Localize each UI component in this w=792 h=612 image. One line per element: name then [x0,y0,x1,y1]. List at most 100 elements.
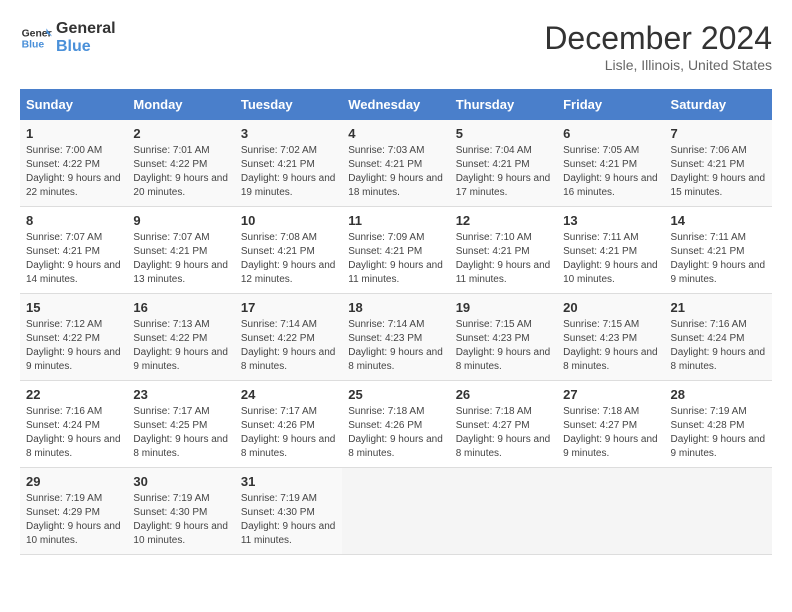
calendar-cell: 30 Sunrise: 7:19 AM Sunset: 4:30 PM Dayl… [127,468,234,555]
day-info: Sunrise: 7:17 AM Sunset: 4:25 PM Dayligh… [133,405,228,461]
day-info: Sunrise: 7:09 AM Sunset: 4:21 PM Dayligh… [348,231,443,287]
calendar-cell: 24 Sunrise: 7:17 AM Sunset: 4:26 PM Dayl… [235,381,342,468]
header: General Blue General Blue December 2024 … [20,20,772,73]
day-info: Sunrise: 7:02 AM Sunset: 4:21 PM Dayligh… [241,144,336,200]
day-number: 14 [671,213,766,228]
day-info: Sunrise: 7:01 AM Sunset: 4:22 PM Dayligh… [133,144,228,200]
day-info: Sunrise: 7:18 AM Sunset: 4:27 PM Dayligh… [563,405,658,461]
day-number: 10 [241,213,336,228]
calendar-cell: 5 Sunrise: 7:04 AM Sunset: 4:21 PM Dayli… [450,120,557,207]
day-number: 5 [456,126,551,141]
calendar-cell: 10 Sunrise: 7:08 AM Sunset: 4:21 PM Dayl… [235,207,342,294]
week-row-3: 15 Sunrise: 7:12 AM Sunset: 4:22 PM Dayl… [20,294,772,381]
day-header-thursday: Thursday [450,89,557,120]
calendar-cell [450,468,557,555]
day-info: Sunrise: 7:14 AM Sunset: 4:23 PM Dayligh… [348,318,443,374]
calendar-cell: 4 Sunrise: 7:03 AM Sunset: 4:21 PM Dayli… [342,120,449,207]
day-info: Sunrise: 7:04 AM Sunset: 4:21 PM Dayligh… [456,144,551,200]
day-number: 9 [133,213,228,228]
day-number: 8 [26,213,121,228]
logo-blue: Blue [56,38,116,56]
day-number: 27 [563,387,658,402]
day-number: 12 [456,213,551,228]
day-number: 31 [241,474,336,489]
calendar-cell: 22 Sunrise: 7:16 AM Sunset: 4:24 PM Dayl… [20,381,127,468]
day-info: Sunrise: 7:06 AM Sunset: 4:21 PM Dayligh… [671,144,766,200]
day-number: 11 [348,213,443,228]
calendar-cell [342,468,449,555]
day-number: 16 [133,300,228,315]
day-header-friday: Friday [557,89,664,120]
day-header-wednesday: Wednesday [342,89,449,120]
day-info: Sunrise: 7:12 AM Sunset: 4:22 PM Dayligh… [26,318,121,374]
day-number: 2 [133,126,228,141]
day-number: 22 [26,387,121,402]
calendar-cell: 21 Sunrise: 7:16 AM Sunset: 4:24 PM Dayl… [665,294,772,381]
calendar-cell [557,468,664,555]
day-number: 30 [133,474,228,489]
day-info: Sunrise: 7:10 AM Sunset: 4:21 PM Dayligh… [456,231,551,287]
calendar-cell: 18 Sunrise: 7:14 AM Sunset: 4:23 PM Dayl… [342,294,449,381]
location: Lisle, Illinois, United States [544,57,772,73]
logo: General Blue General Blue [20,20,116,55]
day-info: Sunrise: 7:11 AM Sunset: 4:21 PM Dayligh… [671,231,766,287]
day-info: Sunrise: 7:14 AM Sunset: 4:22 PM Dayligh… [241,318,336,374]
day-info: Sunrise: 7:19 AM Sunset: 4:30 PM Dayligh… [133,492,228,548]
day-info: Sunrise: 7:00 AM Sunset: 4:22 PM Dayligh… [26,144,121,200]
day-info: Sunrise: 7:03 AM Sunset: 4:21 PM Dayligh… [348,144,443,200]
day-number: 21 [671,300,766,315]
day-number: 23 [133,387,228,402]
day-info: Sunrise: 7:19 AM Sunset: 4:30 PM Dayligh… [241,492,336,548]
day-number: 15 [26,300,121,315]
week-row-2: 8 Sunrise: 7:07 AM Sunset: 4:21 PM Dayli… [20,207,772,294]
calendar-cell: 31 Sunrise: 7:19 AM Sunset: 4:30 PM Dayl… [235,468,342,555]
day-number: 4 [348,126,443,141]
calendar-cell: 25 Sunrise: 7:18 AM Sunset: 4:26 PM Dayl… [342,381,449,468]
days-header-row: SundayMondayTuesdayWednesdayThursdayFrid… [20,89,772,120]
logo-general: General [56,20,116,38]
calendar-cell: 27 Sunrise: 7:18 AM Sunset: 4:27 PM Dayl… [557,381,664,468]
calendar-cell: 6 Sunrise: 7:05 AM Sunset: 4:21 PM Dayli… [557,120,664,207]
calendar-cell [665,468,772,555]
day-info: Sunrise: 7:07 AM Sunset: 4:21 PM Dayligh… [26,231,121,287]
day-header-tuesday: Tuesday [235,89,342,120]
calendar-cell: 9 Sunrise: 7:07 AM Sunset: 4:21 PM Dayli… [127,207,234,294]
day-info: Sunrise: 7:11 AM Sunset: 4:21 PM Dayligh… [563,231,658,287]
title-area: December 2024 Lisle, Illinois, United St… [544,20,772,73]
day-number: 6 [563,126,658,141]
day-number: 24 [241,387,336,402]
calendar-cell: 14 Sunrise: 7:11 AM Sunset: 4:21 PM Dayl… [665,207,772,294]
week-row-5: 29 Sunrise: 7:19 AM Sunset: 4:29 PM Dayl… [20,468,772,555]
calendar-cell: 7 Sunrise: 7:06 AM Sunset: 4:21 PM Dayli… [665,120,772,207]
day-info: Sunrise: 7:19 AM Sunset: 4:29 PM Dayligh… [26,492,121,548]
month-title: December 2024 [544,20,772,57]
calendar-cell: 20 Sunrise: 7:15 AM Sunset: 4:23 PM Dayl… [557,294,664,381]
day-number: 20 [563,300,658,315]
day-number: 13 [563,213,658,228]
day-info: Sunrise: 7:15 AM Sunset: 4:23 PM Dayligh… [456,318,551,374]
day-number: 7 [671,126,766,141]
day-header-sunday: Sunday [20,89,127,120]
logo-icon: General Blue [20,22,52,54]
calendar-cell: 23 Sunrise: 7:17 AM Sunset: 4:25 PM Dayl… [127,381,234,468]
calendar-cell: 13 Sunrise: 7:11 AM Sunset: 4:21 PM Dayl… [557,207,664,294]
calendar-cell: 29 Sunrise: 7:19 AM Sunset: 4:29 PM Dayl… [20,468,127,555]
day-info: Sunrise: 7:15 AM Sunset: 4:23 PM Dayligh… [563,318,658,374]
calendar-cell: 15 Sunrise: 7:12 AM Sunset: 4:22 PM Dayl… [20,294,127,381]
day-info: Sunrise: 7:16 AM Sunset: 4:24 PM Dayligh… [671,318,766,374]
day-number: 17 [241,300,336,315]
calendar-cell: 19 Sunrise: 7:15 AM Sunset: 4:23 PM Dayl… [450,294,557,381]
day-number: 18 [348,300,443,315]
day-number: 1 [26,126,121,141]
day-info: Sunrise: 7:13 AM Sunset: 4:22 PM Dayligh… [133,318,228,374]
day-info: Sunrise: 7:05 AM Sunset: 4:21 PM Dayligh… [563,144,658,200]
day-header-saturday: Saturday [665,89,772,120]
day-number: 28 [671,387,766,402]
calendar-cell: 16 Sunrise: 7:13 AM Sunset: 4:22 PM Dayl… [127,294,234,381]
day-number: 29 [26,474,121,489]
calendar-cell: 11 Sunrise: 7:09 AM Sunset: 4:21 PM Dayl… [342,207,449,294]
day-info: Sunrise: 7:17 AM Sunset: 4:26 PM Dayligh… [241,405,336,461]
day-number: 3 [241,126,336,141]
calendar-cell: 3 Sunrise: 7:02 AM Sunset: 4:21 PM Dayli… [235,120,342,207]
svg-text:Blue: Blue [22,39,45,50]
